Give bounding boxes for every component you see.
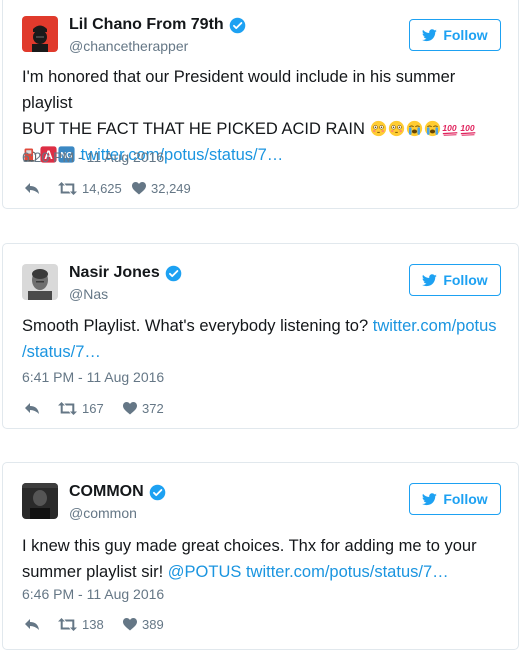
reply-button[interactable] <box>24 402 58 416</box>
retweet-button[interactable]: 138 <box>58 617 123 632</box>
twitter-bird-icon <box>422 28 438 41</box>
tweet-text-line: /status/7… <box>22 339 506 365</box>
hundred-points-icon: 100 <box>460 123 475 136</box>
tweet-actions: 14,625 32,249 <box>24 181 191 196</box>
tweet-link[interactable]: twitter.com/potus <box>373 317 497 335</box>
display-name[interactable]: Nasir Jones <box>69 264 160 282</box>
retweet-button[interactable]: 14,625 <box>58 181 132 196</box>
timestamp[interactable]: 6:41 PM - 11 Aug 2016 <box>22 369 164 385</box>
heart-icon <box>123 618 137 631</box>
retweet-button[interactable]: 167 <box>58 401 123 416</box>
like-button[interactable]: 372 <box>123 401 164 416</box>
tweet-text-segment: summer playlist sir! <box>22 563 164 581</box>
heart-icon <box>132 182 146 195</box>
tweet-text-segment: Smooth Playlist. What's everybody listen… <box>22 317 369 335</box>
like-button[interactable]: 389 <box>123 617 164 632</box>
avatar[interactable] <box>22 483 58 519</box>
flushed-face-icon <box>388 120 404 137</box>
tweet-text-line: I knew this guy made great choices. Thx … <box>22 537 477 555</box>
tweet-text-line: Smooth Playlist. What's everybody listen… <box>22 313 506 339</box>
like-count: 389 <box>142 617 164 632</box>
timestamp[interactable]: 6:46 PM - 11 Aug 2016 <box>22 586 164 602</box>
tweet-actions: 167 372 <box>24 401 164 416</box>
svg-text:100: 100 <box>460 123 474 133</box>
like-count: 32,249 <box>151 181 191 196</box>
tweet-text: I knew this guy made great choices. Thx … <box>22 533 506 585</box>
twitter-bird-icon <box>422 273 438 286</box>
follow-button[interactable]: Follow <box>409 264 501 296</box>
tweet-text-line: I'm honored that our President would inc… <box>22 68 456 112</box>
loudly-crying-face-icon <box>406 120 422 137</box>
heart-icon <box>123 402 137 415</box>
tweet-card: COMMON @common Follow I knew this guy ma… <box>2 462 519 650</box>
tweet-card: Nasir Jones @Nas Follow Smooth Playlist.… <box>2 243 519 429</box>
handle[interactable]: @common <box>69 505 137 521</box>
follow-label: Follow <box>443 27 488 43</box>
verified-badge-icon <box>229 17 246 34</box>
reply-icon <box>25 182 39 194</box>
name-row: COMMON <box>69 483 166 501</box>
name-row: Lil Chano From 79th <box>69 16 246 34</box>
retweet-icon <box>58 182 77 195</box>
reply-button[interactable] <box>24 618 58 632</box>
tweet-card: Lil Chano From 79th @chancetherapper Fol… <box>2 0 519 209</box>
verified-badge-icon <box>149 484 166 501</box>
retweet-count: 167 <box>82 401 104 416</box>
retweet-icon <box>58 618 77 631</box>
display-name[interactable]: COMMON <box>69 483 144 501</box>
like-button[interactable]: 32,249 <box>132 181 191 196</box>
handle[interactable]: @Nas <box>69 286 108 302</box>
handle[interactable]: @chancetherapper <box>69 38 188 54</box>
like-count: 372 <box>142 401 164 416</box>
loudly-crying-face-icon <box>424 120 440 137</box>
follow-label: Follow <box>443 272 488 288</box>
svg-text:100: 100 <box>442 123 456 133</box>
follow-button[interactable]: Follow <box>409 19 501 51</box>
display-name[interactable]: Lil Chano From 79th <box>69 16 224 34</box>
timestamp[interactable]: 6:20 PM - 11 Aug 2016 <box>22 149 164 165</box>
tweet-text-line: summer playlist sir! @POTUS twitter.com/… <box>22 559 506 585</box>
reply-icon <box>25 402 39 414</box>
follow-label: Follow <box>443 491 488 507</box>
reply-button[interactable] <box>24 182 58 196</box>
tweet-text-line: BUT THE FACT THAT HE PICKED ACID RAIN 10… <box>22 116 506 142</box>
retweet-icon <box>58 402 77 415</box>
follow-button[interactable]: Follow <box>409 483 501 515</box>
twitter-bird-icon <box>422 492 438 505</box>
avatar[interactable] <box>22 264 58 300</box>
avatar[interactable] <box>22 16 58 52</box>
flushed-face-icon <box>370 120 386 137</box>
tweet-actions: 138 389 <box>24 617 164 632</box>
mention-link[interactable]: @POTUS <box>168 563 242 581</box>
tweet-link[interactable]: /status/7… <box>22 343 101 361</box>
tweet-link[interactable]: twitter.com/potus/status/7… <box>246 563 449 581</box>
tweet-text-segment: BUT THE FACT THAT HE PICKED ACID RAIN <box>22 120 365 138</box>
verified-badge-icon <box>165 265 182 282</box>
name-row: Nasir Jones <box>69 264 182 282</box>
hundred-points-icon: 100 <box>442 123 457 136</box>
reply-icon <box>25 618 39 630</box>
retweet-count: 14,625 <box>82 181 122 196</box>
tweet-text: Smooth Playlist. What's everybody listen… <box>22 313 506 365</box>
retweet-count: 138 <box>82 617 104 632</box>
